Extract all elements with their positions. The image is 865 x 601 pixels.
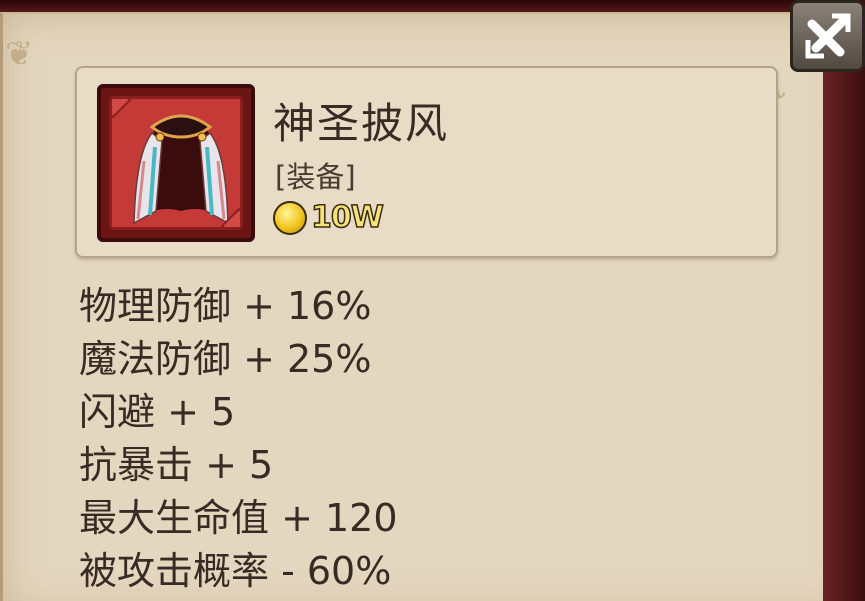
price-row: 10W bbox=[273, 199, 385, 236]
stat-crit-resist: 抗暴击 + 5 bbox=[79, 443, 274, 487]
item-detail-panel: ❦ ❧ bbox=[0, 12, 853, 601]
stat-magic-defense: 魔法防御 + 25% bbox=[79, 337, 372, 381]
cloak-icon bbox=[133, 114, 229, 225]
item-tooltip-screen: ❦ ❧ bbox=[0, 0, 865, 601]
stat-hit-chance: 被攻击概率 - 60% bbox=[79, 549, 392, 593]
close-icon bbox=[805, 13, 850, 59]
item-name: 神圣披风 bbox=[273, 99, 450, 148]
stat-list: 物理防御 + 16% 魔法防御 + 25% 闪避 + 5 抗暴击 + 5 最大生… bbox=[79, 280, 398, 598]
panel-right-border bbox=[823, 0, 865, 601]
stat-physical-defense: 物理防御 + 16% bbox=[79, 284, 372, 328]
corner-ornament-icon: ❦ bbox=[5, 34, 34, 74]
item-icon-frame bbox=[97, 84, 255, 242]
gold-coin-icon bbox=[273, 200, 307, 235]
stat-dodge: 闪避 + 5 bbox=[79, 390, 236, 434]
item-header-card: 神圣披风 [装备] 10W bbox=[75, 66, 778, 258]
close-button[interactable] bbox=[790, 0, 865, 72]
item-type: [装备] bbox=[275, 160, 356, 194]
stat-max-hp: 最大生命值 + 120 bbox=[79, 496, 398, 540]
item-icon-background bbox=[109, 96, 243, 230]
item-price: 10W bbox=[310, 199, 384, 236]
